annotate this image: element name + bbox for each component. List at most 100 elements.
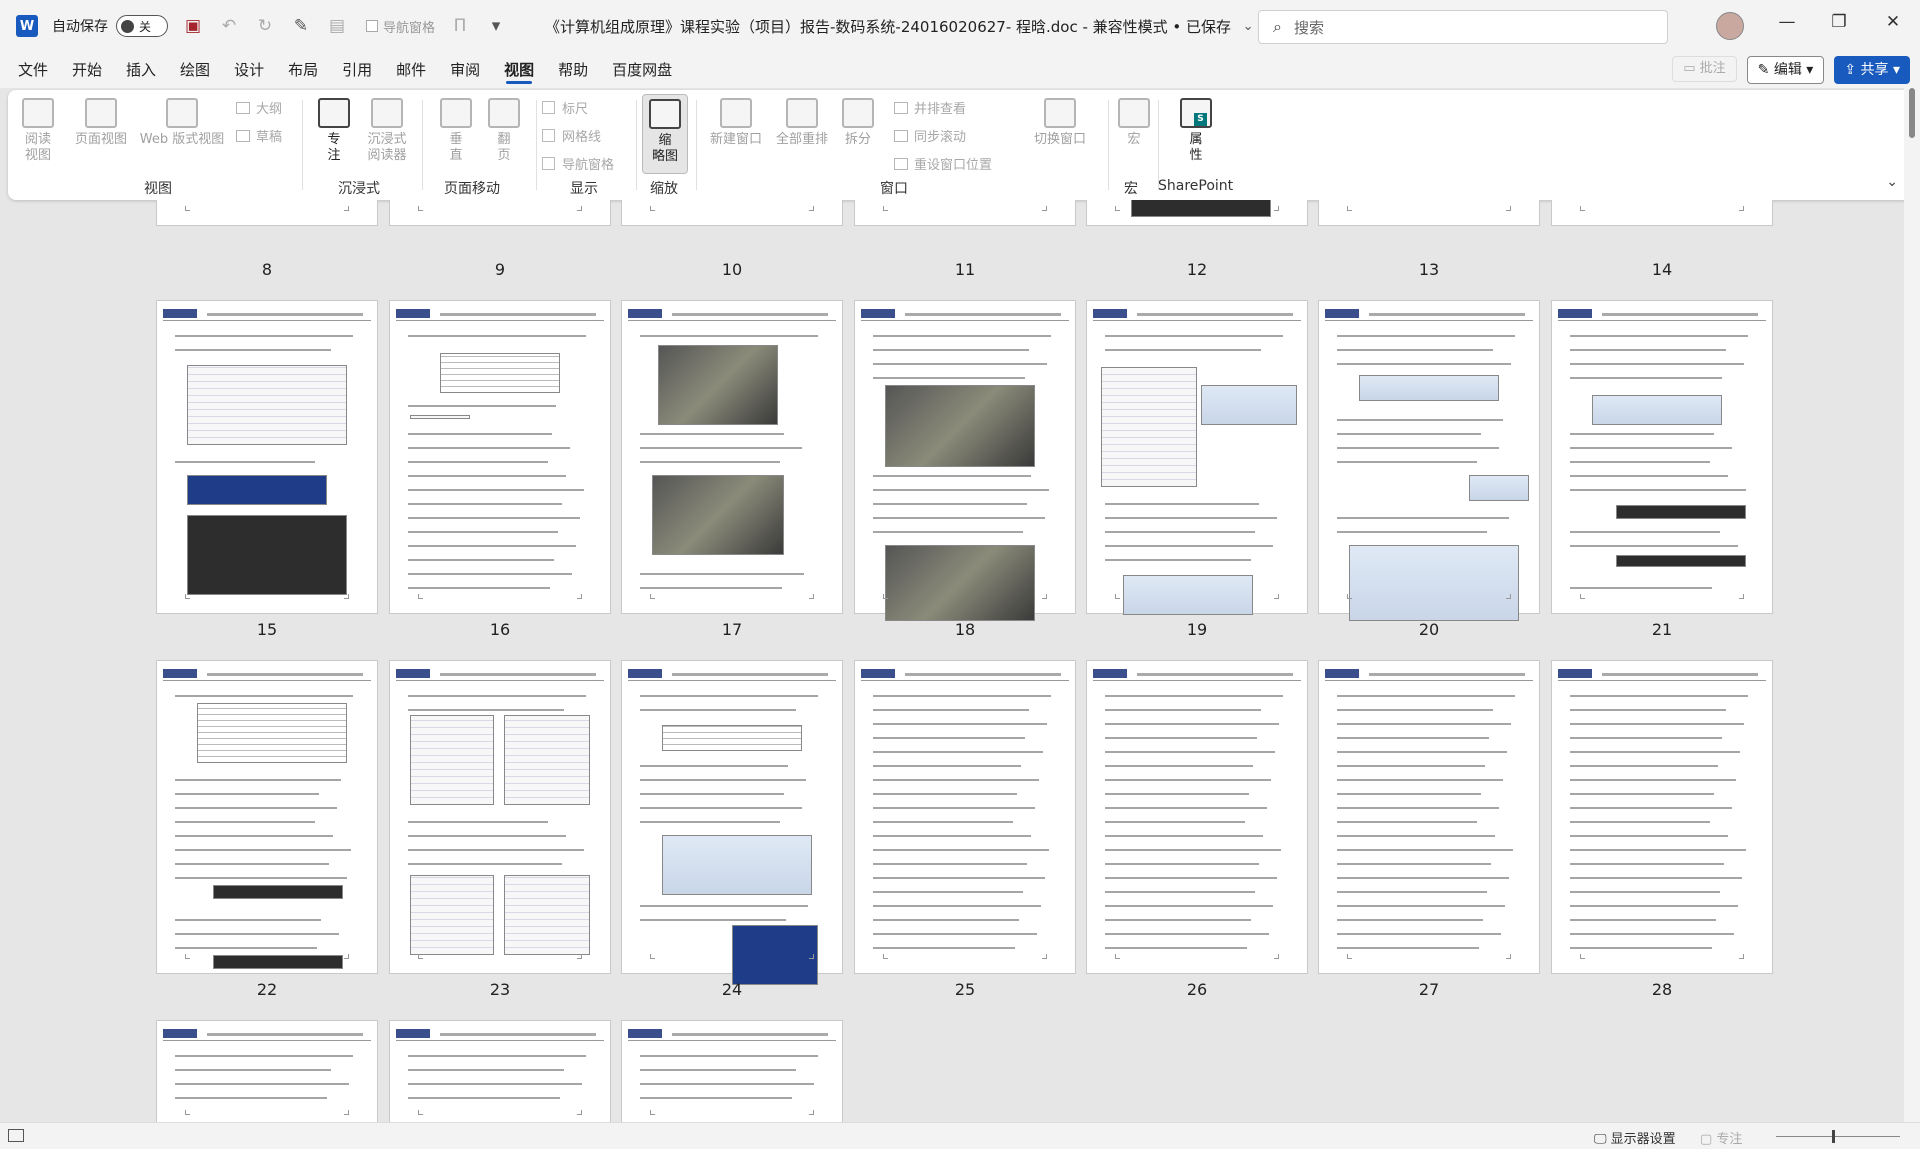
tab-layout[interactable]: 布局 [276, 52, 330, 88]
focus-button[interactable]: 专 注 [316, 98, 352, 164]
tab-help[interactable]: 帮助 [546, 52, 600, 88]
school-logo-icon [396, 309, 430, 318]
page-thumbnail[interactable] [389, 1020, 611, 1122]
autosave-toggle[interactable]: 关 [116, 15, 168, 37]
document-title[interactable]: 《计算机组成原理》课程实验（项目）报告-数码系统-24016020627- 程晗… [545, 16, 1231, 37]
text-line [640, 695, 818, 697]
search-input[interactable]: ⌕ 搜索 [1258, 10, 1668, 44]
page-thumbnail[interactable] [854, 300, 1076, 621]
page-thumbnail[interactable] [621, 300, 843, 614]
side-by-side-button[interactable]: 并排查看 [894, 98, 966, 117]
page-thumbnail[interactable] [854, 200, 1076, 226]
redo-icon[interactable]: ↻ [254, 16, 276, 36]
print-preview-icon[interactable]: ▤ [326, 16, 348, 36]
properties-button[interactable]: S 属 性 [1176, 98, 1216, 164]
display-settings-button[interactable]: 🖵 显示器设置 [1594, 1128, 1676, 1147]
page-thumbnail[interactable] [389, 300, 611, 614]
customize-qat-icon[interactable]: ▾ [485, 16, 507, 36]
arrange-all-button[interactable]: 全部重排 [770, 98, 834, 148]
minimize-icon[interactable]: — [1772, 12, 1802, 40]
ruler-checkbox[interactable]: 标尺 [542, 98, 588, 117]
outline-button[interactable]: 大纲 [236, 98, 282, 117]
edit-mode-button[interactable]: ✎ 编辑 ▾ [1746, 56, 1825, 84]
page-thumbnail[interactable] [1551, 660, 1773, 974]
side-to-side-button[interactable]: 翻 页 [484, 98, 524, 164]
print-layout-button[interactable]: 页面视图 [68, 98, 134, 148]
page-thumbnail[interactable] [621, 200, 843, 226]
page-thumbnail[interactable] [156, 660, 378, 974]
text-line [873, 751, 1043, 753]
page-thumbnail[interactable] [1086, 300, 1308, 615]
arrange-all-label: 全部重排 [775, 132, 828, 147]
page-thumbnail[interactable] [156, 200, 378, 226]
paragraph-icon[interactable]: Π [449, 16, 471, 36]
immersive-reader-button[interactable]: 沉浸式 阅读器 [360, 98, 414, 164]
maximize-icon[interactable]: ❐ [1824, 12, 1854, 40]
tab-draw[interactable]: 绘图 [168, 52, 222, 88]
nav-pane-checkbox[interactable]: 导航窗格 [542, 154, 614, 173]
switch-windows-button[interactable]: 切换窗口 [1020, 98, 1100, 148]
undo-icon[interactable]: ↶ [218, 16, 240, 36]
vertical-button[interactable]: 垂 直 [436, 98, 476, 164]
read-view-button[interactable]: 阅读 视图 [18, 98, 58, 164]
sync-scroll-icon [894, 129, 908, 142]
scrollbar-thumb[interactable] [1909, 88, 1915, 138]
tab-home[interactable]: 开始 [60, 52, 114, 88]
page-header [861, 309, 1069, 321]
school-logo-icon [1558, 669, 1592, 678]
close-icon[interactable]: ✕ [1878, 12, 1908, 40]
page-thumbnail[interactable] [1551, 300, 1773, 614]
pages-icon [488, 98, 520, 128]
tab-file[interactable]: 文件 [6, 52, 60, 88]
accessibility-icon[interactable] [8, 1129, 24, 1142]
macros-button[interactable]: 宏 [1114, 98, 1154, 148]
page-thumbnail[interactable] [621, 660, 843, 985]
tab-references[interactable]: 引用 [330, 52, 384, 88]
chevron-down-icon[interactable]: ⌄ [1237, 19, 1259, 34]
page-thumbnail[interactable] [1318, 200, 1540, 226]
page-thumbnail[interactable] [389, 660, 611, 974]
tab-design[interactable]: 设计 [222, 52, 276, 88]
zoom-slider-thumb[interactable] [1832, 1130, 1835, 1143]
tab-baidu-netdisk[interactable]: 百度网盘 [600, 52, 684, 88]
text-line [408, 863, 562, 865]
thumbnails-button[interactable]: 缩 略图 [642, 94, 688, 174]
tab-review[interactable]: 审阅 [438, 52, 492, 88]
split-button[interactable]: 拆分 [838, 98, 878, 148]
zoom-slider[interactable] [1776, 1136, 1900, 1137]
sync-scroll-button[interactable]: 同步滚动 [894, 126, 966, 145]
page-thumbnail[interactable] [1086, 200, 1308, 226]
page-thumbnail[interactable] [156, 1020, 378, 1122]
page-margin-mark [344, 594, 349, 599]
page-thumbnail[interactable] [854, 660, 1076, 974]
page-thumbnail[interactable] [1551, 200, 1773, 226]
tab-insert[interactable]: 插入 [114, 52, 168, 88]
text-line [640, 779, 806, 781]
divider [696, 100, 697, 190]
new-window-button[interactable]: 新建窗口 [706, 98, 766, 148]
share-button[interactable]: ⇪ 共享 ▾ [1834, 56, 1910, 84]
page-thumbnail[interactable] [1086, 660, 1308, 974]
page-margin-mark [1347, 594, 1352, 599]
page-margin-mark [185, 594, 190, 599]
tab-view[interactable]: 视图 [492, 52, 546, 88]
save-icon[interactable]: ▣ [182, 16, 204, 36]
page-thumbnail[interactable] [1318, 300, 1540, 621]
focus-status-button[interactable]: ▢ 专注 [1700, 1128, 1742, 1147]
format-painter-icon[interactable]: ✎ [290, 16, 312, 36]
web-layout-button[interactable]: Web 版式视图 [134, 98, 230, 148]
thumbnail-canvas[interactable]: 8 9 10 11 12 13 14 15 16 17 18 19 20 21 22 23 24 25 26 27 28 [0, 200, 1904, 1122]
comment-button[interactable]: ▭ 批注 [1672, 56, 1737, 82]
vertical-scrollbar[interactable] [1904, 88, 1920, 1122]
page-thumbnail[interactable] [621, 1020, 843, 1122]
nav-pane-checkbox[interactable]: 导航窗格 [366, 17, 435, 36]
reset-window-button[interactable]: 重设窗口位置 [894, 154, 992, 173]
avatar[interactable] [1716, 12, 1744, 40]
draft-button[interactable]: 草稿 [236, 126, 282, 145]
tab-mailings[interactable]: 邮件 [384, 52, 438, 88]
page-thumbnail[interactable] [1318, 660, 1540, 974]
page-thumbnail[interactable] [156, 300, 378, 614]
collapse-ribbon-icon[interactable]: ⌄ [1886, 174, 1898, 190]
gridlines-checkbox[interactable]: 网格线 [542, 126, 601, 145]
page-thumbnail[interactable] [389, 200, 611, 226]
